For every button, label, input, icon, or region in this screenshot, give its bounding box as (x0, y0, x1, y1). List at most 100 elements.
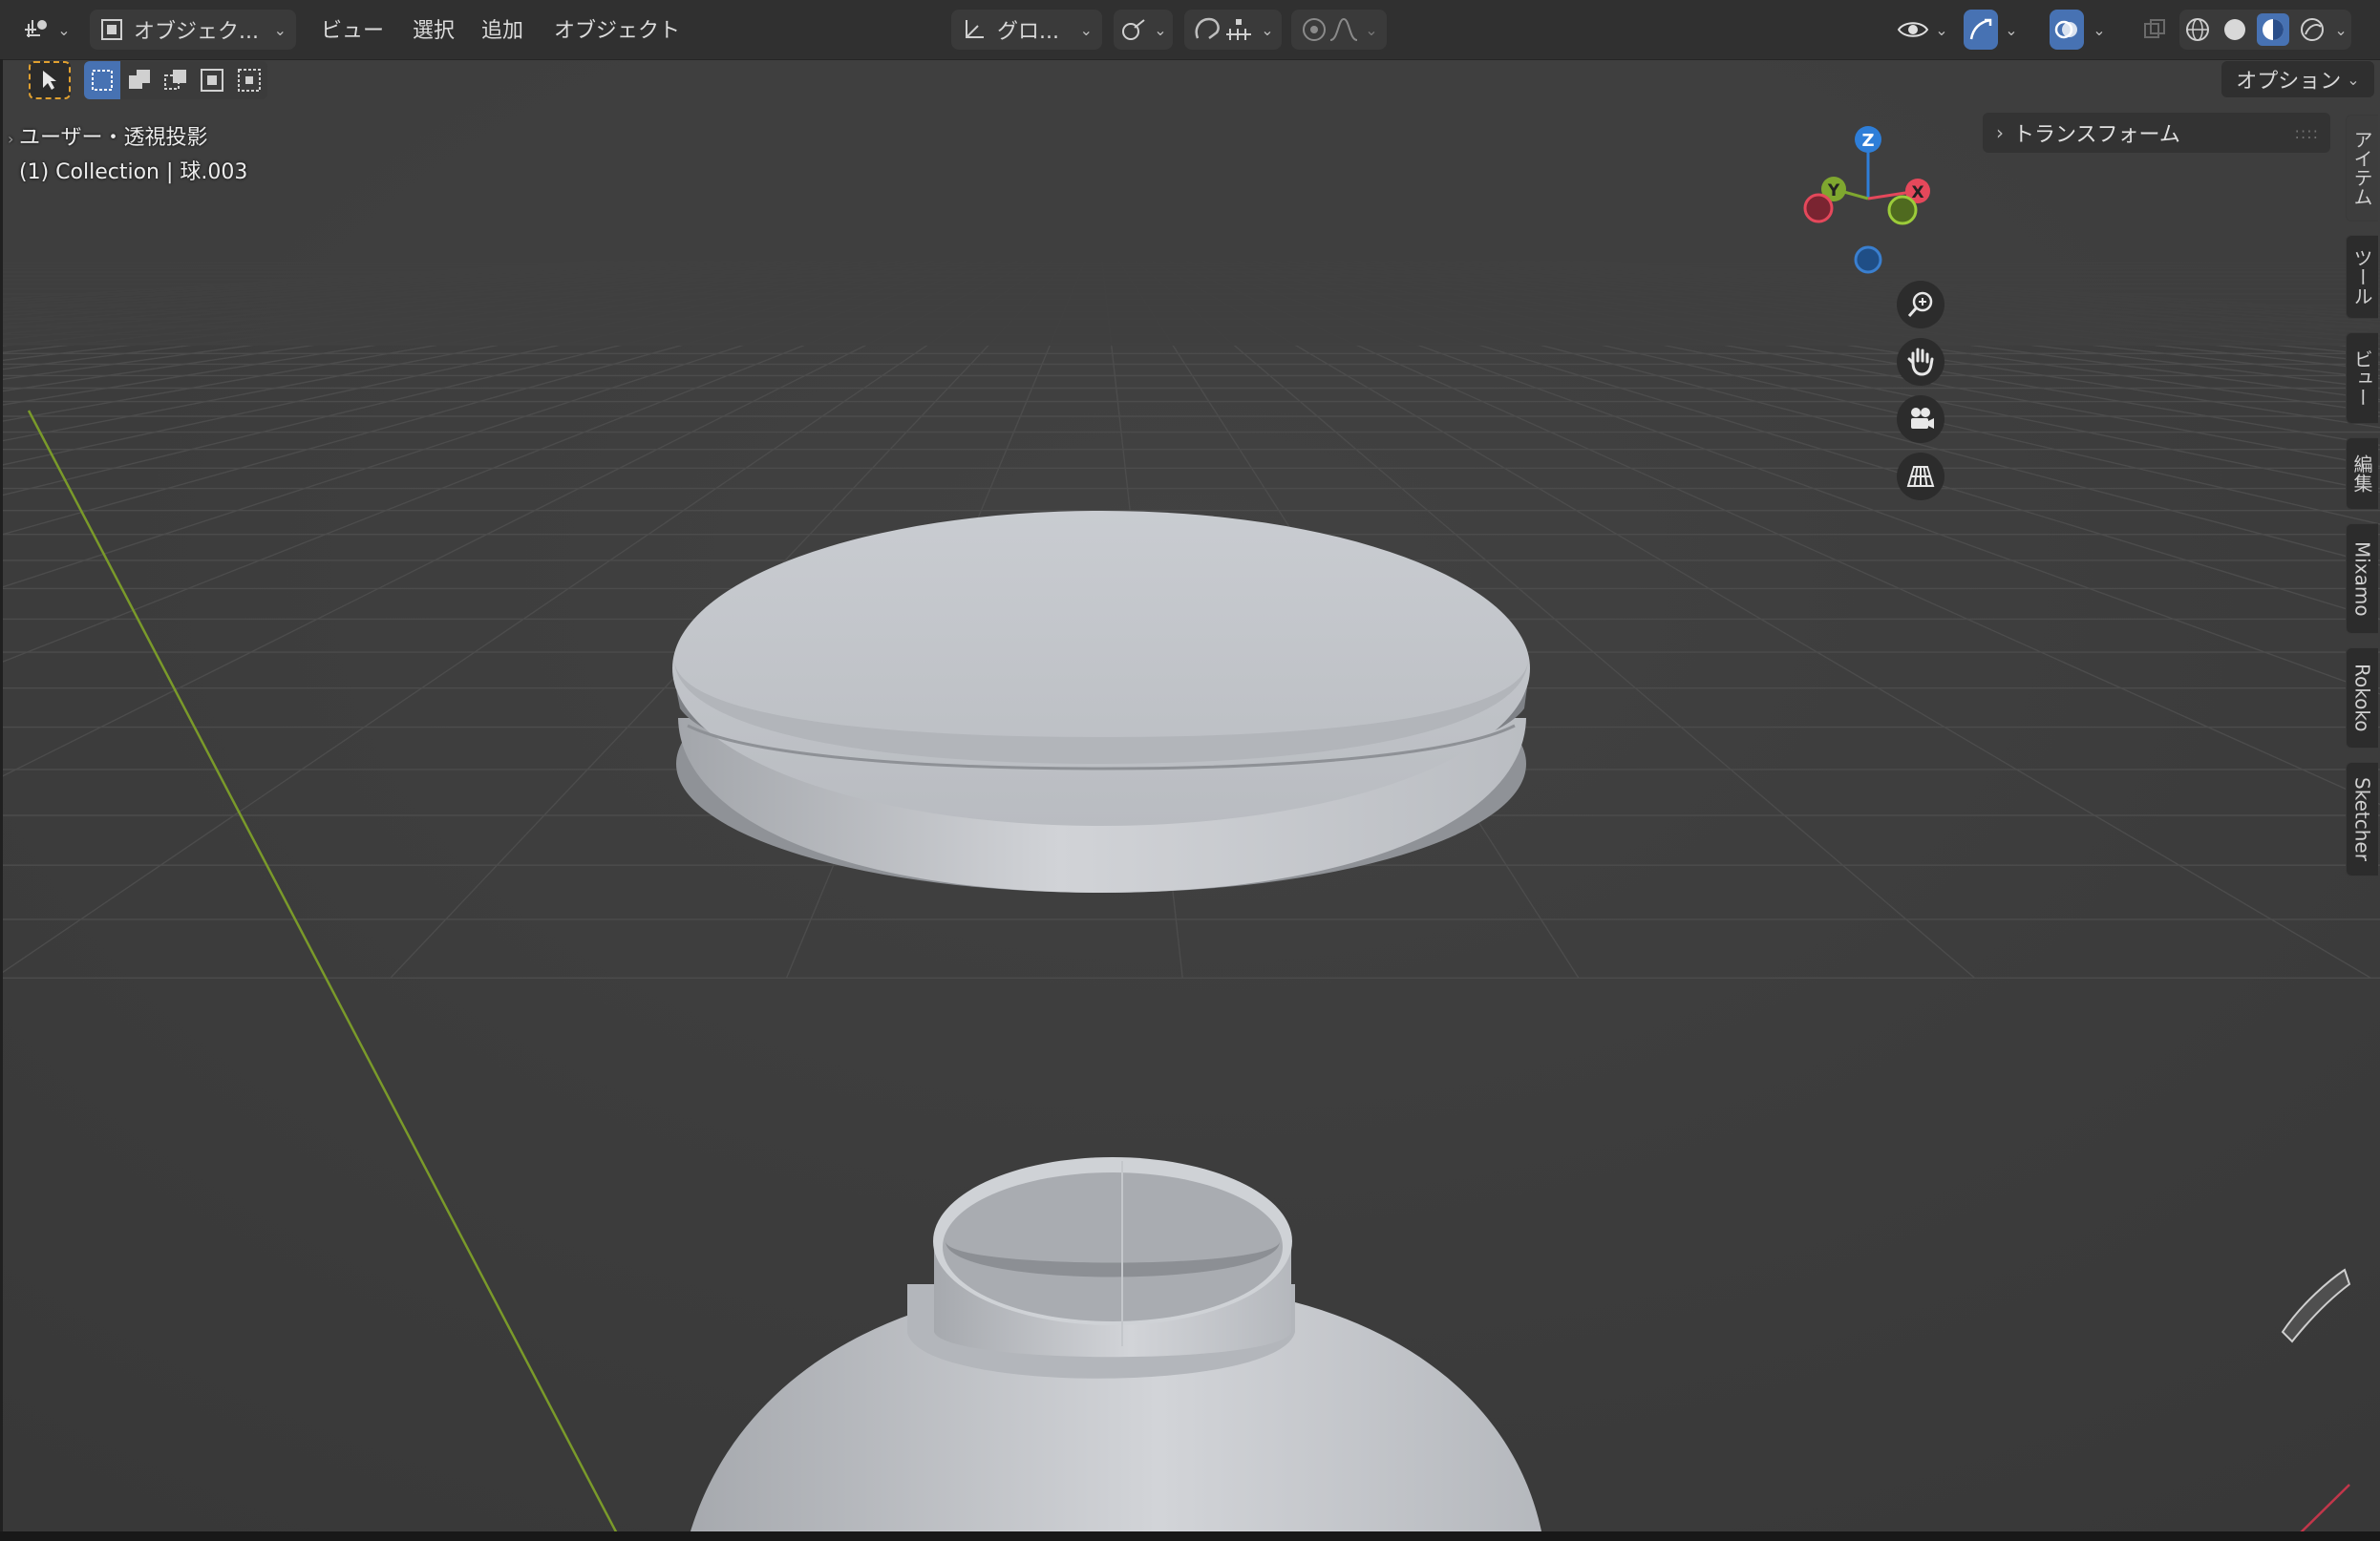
object-mode-icon (101, 19, 122, 40)
proportional-edit-icon (1303, 18, 1327, 41)
drag-handle-icon[interactable]: :::: (2294, 124, 2319, 142)
toolbar-expand-icon[interactable]: › (8, 130, 13, 148)
tab-mixamo[interactable]: Mixamo (2346, 523, 2378, 634)
select-subtract-mode[interactable] (158, 61, 194, 99)
select-new-icon (92, 70, 114, 91)
chevron-down-icon: ⌄ (2093, 20, 2106, 39)
view-name-label: ユーザー・透視投影 (19, 126, 208, 150)
chevron-down-icon: ⌄ (1935, 20, 1948, 39)
transform-panel-label: トランスフォーム (2013, 123, 2180, 147)
snap-magnet-icon (1195, 17, 1221, 39)
eye-icon (1898, 22, 1929, 37)
tab-edit[interactable]: 編集 (2346, 437, 2378, 510)
viewport-bottom-border (0, 1531, 2380, 1541)
perspective-grid-icon (1906, 466, 1935, 487)
chevron-down-icon: ⌄ (1261, 20, 1274, 39)
macaron-object (672, 511, 1530, 893)
tab-sketcher[interactable]: Sketcher (2346, 762, 2378, 876)
tab-sketcher-label: Sketcher (2350, 777, 2374, 861)
menu-add[interactable]: 追加 (481, 13, 523, 44)
orientation-axes-icon (966, 20, 984, 38)
3d-viewport[interactable]: ⌄ オブジェク... ⌄ ビュー 選択 追加 オブジェクト グロ... ⌄ ⌄ … (0, 0, 2380, 1541)
chevron-down-icon: ⌄ (2005, 20, 2018, 39)
options-button[interactable]: オプション ⌄ (2221, 61, 2374, 97)
wireframe-shading-icon[interactable] (2183, 15, 2212, 44)
select-subtract-icon (164, 70, 187, 90)
y-axis-label: Y (1827, 181, 1840, 201)
select-intersect-icon (237, 69, 261, 92)
transform-orientation-select[interactable]: グロ... ⌄ (951, 10, 1102, 50)
sidebar-tabs: アイテム ツール ビュー 編集 Mixamo Rokoko Sketcher (2346, 115, 2380, 878)
chevron-down-icon: ⌄ (1154, 20, 1167, 39)
snap-group[interactable]: ⌄ (1184, 10, 1282, 50)
orientation-label: グロ... (997, 20, 1059, 44)
selection-mode-group[interactable] (84, 61, 267, 99)
select-invert-icon (201, 69, 224, 92)
tab-rokoko-label: Rokoko (2350, 664, 2374, 732)
menu-view[interactable]: ビュー (321, 13, 384, 44)
camera-view-button[interactable] (1897, 395, 1944, 443)
tab-mixamo-label: Mixamo (2350, 540, 2374, 617)
chevron-down-icon: ⌄ (1365, 20, 1378, 39)
select-extend-icon (128, 70, 150, 89)
zoom-icon (1907, 291, 1933, 317)
select-extend-mode[interactable] (120, 61, 157, 99)
menu-select[interactable]: 選択 (413, 13, 455, 44)
select-tool-button[interactable] (29, 61, 71, 99)
mode-label: オブジェク... (134, 20, 259, 44)
3d-viewport-icon (25, 20, 48, 37)
mode-select[interactable]: オブジェク... ⌄ (90, 10, 296, 50)
menu-object[interactable]: オブジェクト (554, 13, 680, 44)
camera-icon (1911, 408, 1934, 429)
chevron-down-icon: ⌄ (2347, 70, 2360, 89)
editor-type-button[interactable]: ⌄ (19, 10, 74, 50)
rendered-shading-icon[interactable] (2298, 15, 2327, 44)
gizmo-dropdown[interactable]: ⌄ (2000, 10, 2023, 50)
tab-view-label: ビュー (2350, 349, 2373, 407)
z-axis-label: Z (1861, 131, 1874, 151)
x-axis-label: X (1911, 183, 1923, 202)
solid-shading-icon[interactable] (2221, 15, 2249, 44)
tab-tool[interactable]: ツール (2346, 235, 2378, 319)
gizmo-icon (1969, 18, 1992, 40)
chevron-down-icon: ⌄ (57, 20, 71, 39)
select-invert-mode[interactable] (194, 61, 230, 99)
select-new-mode[interactable] (84, 61, 121, 99)
neg-y-axis-handle (1887, 195, 1918, 225)
material-preview-shading-icon[interactable] (2257, 13, 2290, 46)
hand-icon (1907, 348, 1934, 376)
pan-button[interactable] (1897, 338, 1944, 386)
viewport-scene[interactable] (0, 0, 2380, 1541)
chevron-down-icon: ⌄ (2334, 20, 2348, 39)
collection-label: (1) Collection | 球.003 (19, 160, 248, 184)
cursor-arrow-icon (43, 71, 56, 90)
chevron-down-icon: ⌄ (1079, 20, 1093, 39)
show-overlays-toggle[interactable] (2050, 10, 2084, 50)
tab-edit-label: 編集 (2350, 454, 2373, 493)
toolbar-edge (0, 59, 3, 1531)
proportional-edit-group[interactable]: ⌄ (1291, 10, 1387, 50)
pivot-point-select[interactable]: ⌄ (1114, 10, 1173, 50)
zoom-button[interactable] (1897, 281, 1944, 328)
tab-view[interactable]: ビュー (2346, 332, 2378, 424)
xray-toggle[interactable] (2136, 10, 2174, 50)
options-label: オプション (2236, 70, 2342, 94)
select-intersect-mode[interactable] (231, 61, 267, 99)
tab-item-label: アイテム (2350, 130, 2373, 206)
show-gizmo-toggle[interactable] (1964, 10, 1998, 50)
tab-item[interactable]: アイテム (2346, 115, 2378, 222)
neg-z-axis-handle (1854, 245, 1882, 274)
falloff-curve-icon (1329, 17, 1358, 41)
navigation-gizmo[interactable]: Z X Y (1792, 115, 1944, 277)
visibility-select[interactable]: ⌄ (1891, 10, 1954, 50)
xray-icon (2144, 19, 2165, 38)
perspective-toggle-button[interactable] (1897, 453, 1944, 500)
tab-tool-label: ツール (2350, 248, 2373, 306)
viewport-header: ⌄ オブジェク... ⌄ ビュー 選択 追加 オブジェクト グロ... ⌄ ⌄ … (0, 0, 2380, 60)
transform-panel-header[interactable]: › トランスフォーム :::: (1983, 113, 2330, 153)
shading-mode-group[interactable]: ⌄ (2179, 10, 2351, 50)
overlays-dropdown[interactable]: ⌄ (2088, 10, 2111, 50)
tab-rokoko[interactable]: Rokoko (2346, 647, 2378, 749)
chevron-right-icon: › (1996, 121, 2004, 144)
overlays-icon (2054, 20, 2077, 39)
